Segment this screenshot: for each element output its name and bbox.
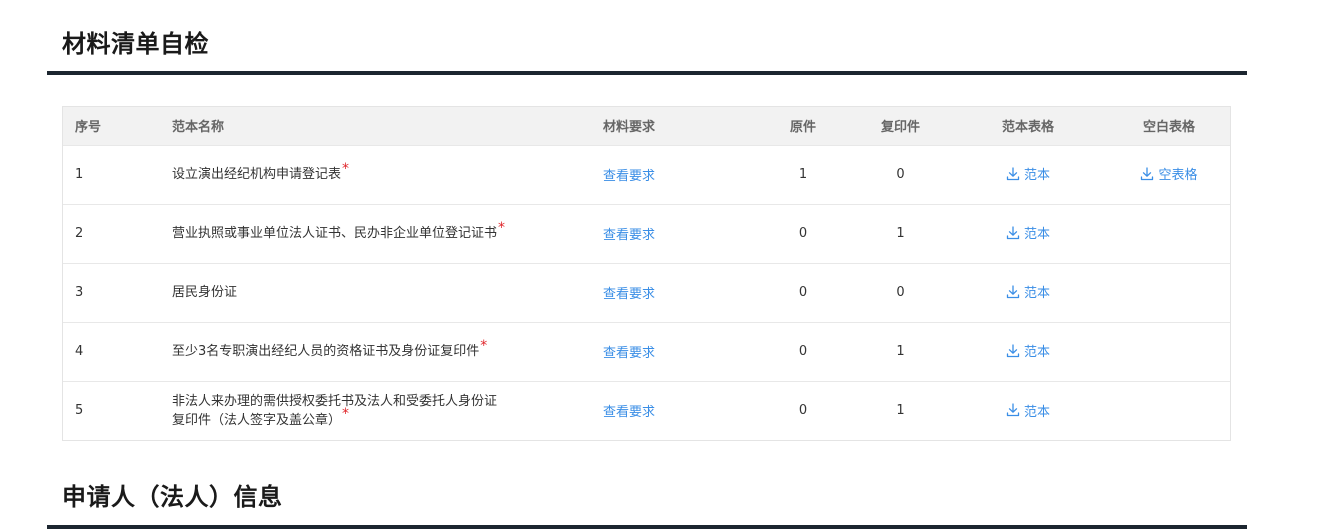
material-name-cell: 居民身份证 — [172, 263, 603, 322]
download-icon — [1006, 167, 1020, 181]
template-download-link[interactable]: 范本 — [1006, 401, 1050, 420]
row-index: 3 — [75, 285, 84, 300]
section-title-materials: 材料清单自检 — [62, 30, 209, 58]
blank-form-cell — [1108, 322, 1230, 381]
table-row: 2 营业执照或事业单位法人证书、民办非企业单位登记证书* 查看要求 0 1 范本 — [63, 204, 1230, 263]
template-label: 范本 — [1023, 404, 1050, 420]
blank-form-cell: 空表格 — [1108, 145, 1230, 204]
original-count: 0 — [798, 226, 808, 241]
required-mark: * — [498, 219, 506, 236]
required-mark: * — [480, 337, 488, 354]
column-header-original: 原件 — [789, 120, 816, 136]
view-requirements-link[interactable]: 查看要求 — [603, 346, 655, 361]
table-row: 3 居民身份证 查看要求 0 0 范本 — [63, 263, 1230, 322]
template-label: 范本 — [1023, 168, 1050, 184]
material-name-cell: 至少3名专职演出经纪人员的资格证书及身份证复印件* — [172, 322, 603, 381]
materials-table: 序号 范本名称 材料要求 原件 复印件 范本表格 空白表格 1 设立演出经纪机构申… — [62, 106, 1231, 441]
material-name-cell: 营业执照或事业单位法人证书、民办非企业单位登记证书* — [172, 204, 603, 263]
blank-form-cell — [1108, 263, 1230, 322]
row-index: 1 — [75, 167, 84, 182]
template-label: 范本 — [1023, 227, 1050, 243]
material-name: 至少3名专职演出经纪人员的资格证书及身份证复印件 — [172, 344, 480, 359]
column-header-name: 范本名称 — [172, 120, 225, 136]
required-mark: * — [342, 406, 350, 423]
template-label: 范本 — [1023, 286, 1050, 302]
material-name: 居民身份证 — [172, 285, 238, 300]
column-header-template: 范本表格 — [1001, 120, 1054, 136]
original-count: 0 — [798, 344, 808, 359]
template-label: 范本 — [1023, 345, 1050, 361]
material-name-cell: 设立演出经纪机构申请登记表* — [172, 145, 603, 204]
copy-count: 1 — [896, 344, 905, 359]
download-icon — [1140, 167, 1154, 181]
column-header-requirements: 材料要求 — [603, 120, 656, 136]
column-header-index: 序号 — [75, 120, 102, 136]
view-requirements-link[interactable]: 查看要求 — [603, 169, 655, 184]
table-row: 1 设立演出经纪机构申请登记表* 查看要求 1 0 范本 空表格 — [63, 145, 1230, 204]
copy-count: 1 — [896, 403, 905, 419]
original-count: 0 — [798, 285, 808, 300]
section-title-applicant: 申请人（法人）信息 — [62, 483, 283, 511]
view-requirements-link[interactable]: 查看要求 — [603, 405, 655, 420]
table-row: 5 非法人来办理的需供授权委托书及法人和受委托人身份证 复印件（法人签字及盖公章）*… — [63, 381, 1230, 440]
download-icon — [1006, 226, 1020, 240]
material-name: 设立演出经纪机构申请登记表 — [172, 167, 342, 182]
section-divider — [47, 71, 1247, 75]
copy-count: 0 — [896, 285, 905, 300]
blank-form-label: 空表格 — [1158, 168, 1198, 184]
template-download-link[interactable]: 范本 — [1006, 164, 1050, 183]
material-name: 营业执照或事业单位法人证书、民办非企业单位登记证书 — [172, 226, 498, 241]
row-index: 5 — [75, 403, 84, 419]
download-icon — [1006, 285, 1020, 299]
column-header-copy: 复印件 — [880, 120, 920, 136]
original-count: 1 — [798, 167, 808, 182]
template-download-link[interactable]: 范本 — [1006, 223, 1050, 242]
view-requirements-link[interactable]: 查看要求 — [603, 287, 655, 302]
template-download-link[interactable]: 范本 — [1006, 282, 1050, 301]
download-icon — [1006, 344, 1020, 358]
row-index: 4 — [75, 344, 84, 359]
section-divider — [47, 525, 1247, 529]
view-requirements-link[interactable]: 查看要求 — [603, 228, 655, 243]
table-row: 4 至少3名专职演出经纪人员的资格证书及身份证复印件* 查看要求 0 1 范本 — [63, 322, 1230, 381]
material-name-line2: 复印件（法人签字及盖公章） — [172, 412, 342, 428]
original-count: 0 — [798, 403, 808, 419]
download-icon — [1006, 403, 1020, 417]
copy-count: 1 — [896, 226, 905, 241]
template-download-link[interactable]: 范本 — [1006, 341, 1050, 360]
blank-form-cell — [1108, 204, 1230, 263]
material-name-cell: 非法人来办理的需供授权委托书及法人和受委托人身份证 复印件（法人签字及盖公章）* — [172, 381, 603, 440]
material-name: 非法人来办理的需供授权委托书及法人和受委托人身份证 — [172, 393, 498, 409]
table-header-row: 序号 范本名称 材料要求 原件 复印件 范本表格 空白表格 — [63, 107, 1230, 145]
copy-count: 0 — [896, 167, 905, 182]
required-mark: * — [342, 160, 350, 177]
blank-form-cell — [1108, 381, 1230, 440]
blank-form-download-link[interactable]: 空表格 — [1140, 164, 1198, 184]
row-index: 2 — [75, 226, 84, 241]
column-header-blank: 空白表格 — [1142, 120, 1195, 136]
